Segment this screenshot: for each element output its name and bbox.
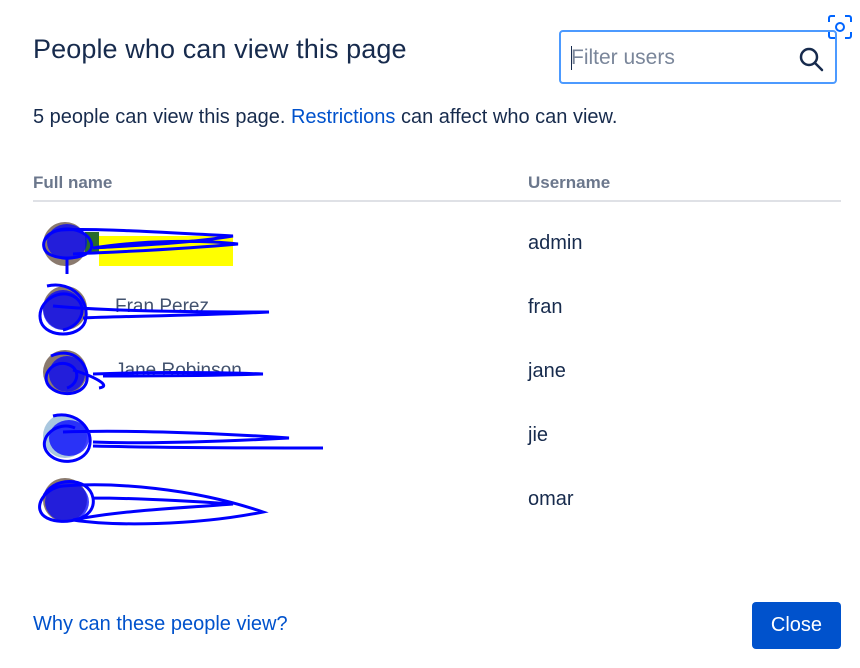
view-summary: 5 people can view this page. Restriction…: [33, 106, 617, 129]
user-username: jie: [528, 424, 549, 446]
summary-prefix: 5 people can view this page.: [33, 106, 291, 128]
user-username: fran: [528, 296, 563, 318]
avatar: [43, 222, 87, 266]
summary-suffix: can affect who can view.: [395, 106, 618, 128]
user-row: admin: [33, 218, 841, 276]
search-icon[interactable]: [797, 45, 825, 73]
why-can-view-link[interactable]: Why can these people view?: [33, 613, 288, 636]
user-username: admin: [528, 232, 583, 254]
header-divider: [33, 200, 841, 202]
user-full-name: Fran Perez: [115, 296, 209, 317]
filter-users-input[interactable]: [569, 42, 793, 74]
focus-capture-icon[interactable]: [826, 13, 854, 41]
avatar: [43, 414, 87, 458]
dialog-title: People who can view this page: [33, 34, 407, 64]
restrictions-link[interactable]: Restrictions: [291, 106, 395, 128]
avatar: [43, 478, 87, 522]
user-row: Fran Perez fran: [33, 282, 841, 340]
close-button[interactable]: Close: [752, 602, 841, 649]
user-full-name: Jane Robinson: [115, 360, 242, 381]
column-header-full-name: Full name: [33, 173, 113, 192]
avatar: [43, 350, 87, 394]
user-username: jane: [528, 360, 566, 382]
user-row: jie: [33, 410, 841, 468]
filter-users-field[interactable]: [559, 30, 837, 84]
user-row: Jane Robinson jane: [33, 346, 841, 404]
user-row: omar: [33, 474, 841, 532]
column-header-username: Username: [528, 173, 611, 192]
user-username: omar: [528, 488, 574, 510]
avatar: [43, 286, 87, 330]
